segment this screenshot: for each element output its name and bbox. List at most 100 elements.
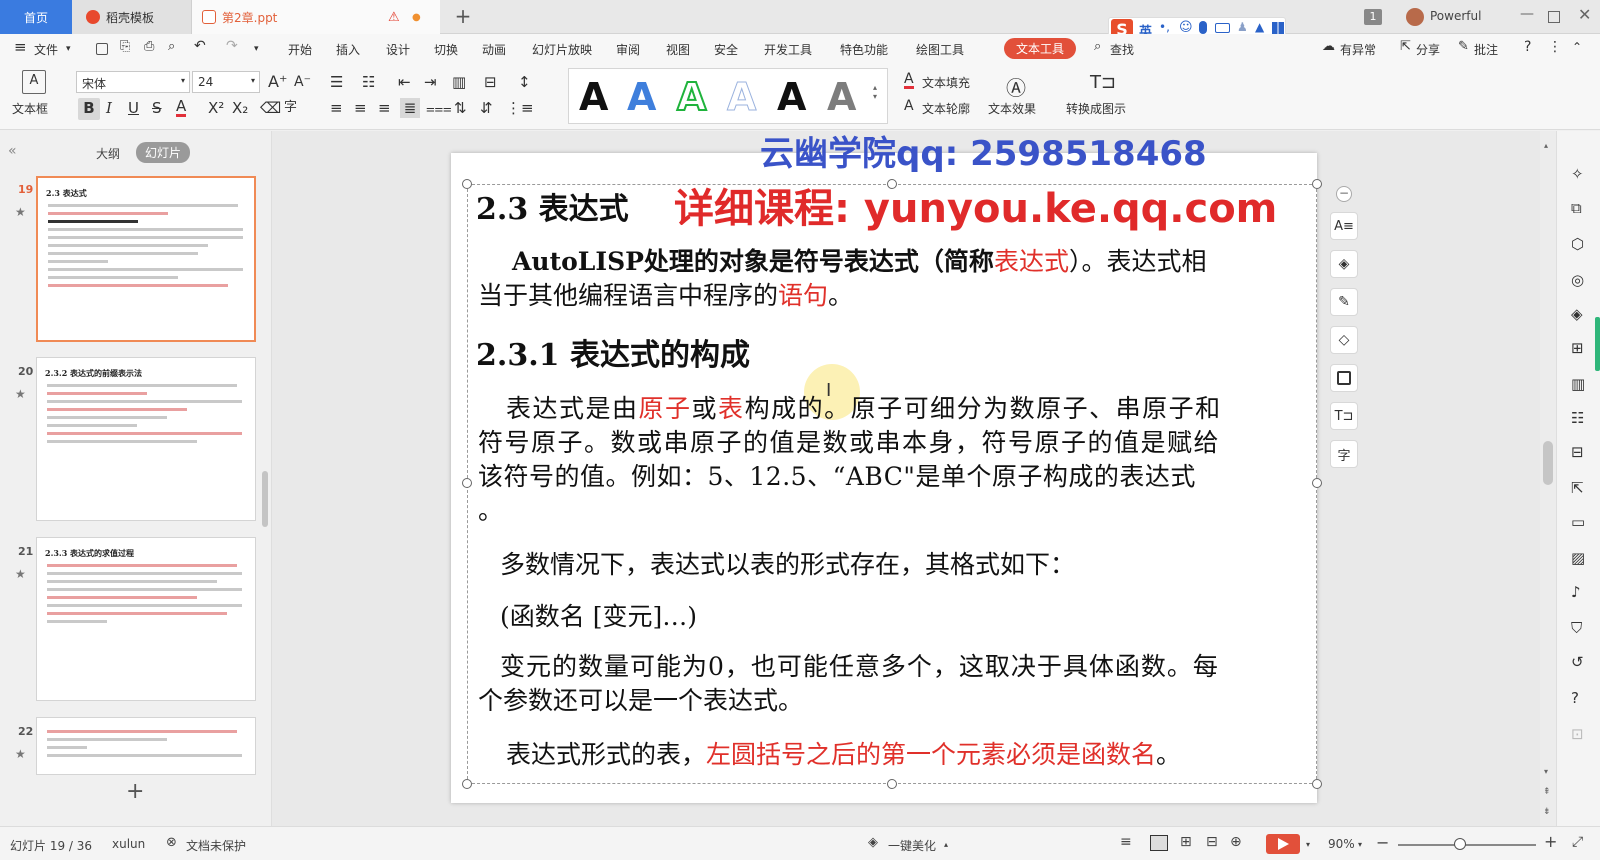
image-library-icon[interactable]: ⊟ [1571, 443, 1589, 461]
undo-icon[interactable]: ↶ [194, 38, 206, 54]
resize-handle[interactable] [462, 179, 472, 189]
zoom-slider-thumb[interactable] [1454, 838, 1466, 850]
chevron-down-icon[interactable]: ▾ [66, 44, 71, 54]
phonetic-icon[interactable]: 字 [284, 98, 297, 118]
menu-review[interactable]: 审阅 [616, 41, 640, 58]
scroll-down-icon[interactable]: ▾ [1544, 767, 1548, 776]
play-slideshow-button[interactable] [1266, 834, 1300, 854]
slide-paragraph-line[interactable]: 。 [478, 494, 503, 528]
picture-icon[interactable]: ▨ [1571, 549, 1589, 567]
more-icon[interactable]: ⋮ [1548, 39, 1562, 55]
text-tool[interactable]: T⊐ [1330, 402, 1358, 430]
document-protection-status[interactable]: 文档未保护 [186, 837, 246, 854]
export-icon[interactable]: ⎘ [120, 39, 130, 54]
slide-paragraph-line[interactable]: 变元的数量可能为0，也可能任意多个，这取决于具体函数。每 [500, 650, 1219, 684]
paragraph-spacing-icon[interactable]: ⇅ [454, 98, 467, 118]
slide-paragraph-line[interactable]: AutoLISP处理的对象是符号表达式（简称表达式）。表达式相 [512, 245, 1206, 279]
vertical-align-icon[interactable]: ⇵ [480, 98, 493, 118]
resize-handle[interactable] [887, 779, 897, 789]
slide-paragraph-line[interactable]: 该符号的值。例如：5、12.5、“ABC"是单个原子构成的表达式 [478, 460, 1196, 494]
text-fill-button[interactable]: 文本填充 [922, 74, 970, 91]
shapes-icon[interactable]: ⬡ [1571, 235, 1589, 253]
restore-icon[interactable] [1548, 11, 1560, 23]
menu-slideshow[interactable]: 幻灯片放映 [532, 41, 592, 58]
slide-paragraph-line[interactable]: 符号原子。数或串原子的值是数或串本身，符号原子的值是赋给 [478, 426, 1220, 460]
slide-paragraph-line[interactable]: 表达式形式的表，左圆括号之后的第一个元素必须是函数名。 [506, 738, 1181, 772]
resize-handle[interactable] [462, 478, 472, 488]
zoom-out-icon[interactable]: − [1376, 833, 1389, 852]
add-slide-button[interactable]: + [126, 779, 144, 804]
bullet-list-icon[interactable]: ☰ [330, 72, 343, 92]
slide-paragraph-line[interactable]: (函数名 [变元]…) [500, 600, 697, 634]
menu-developer[interactable]: 开发工具 [764, 41, 812, 58]
layers-icon[interactable]: ◈ [1571, 305, 1589, 323]
textbox-button-label[interactable]: 文本框 [12, 100, 48, 117]
presenter-view-icon[interactable]: ⊕ [1230, 834, 1242, 850]
text-outline-button[interactable]: 文本轮廓 [922, 100, 970, 117]
text-effect-button[interactable]: 文本效果 [988, 100, 1036, 117]
menu-view[interactable]: 视图 [666, 41, 690, 58]
slide-paragraph-line[interactable]: 当于其他编程语言中程序的语句。 [478, 279, 853, 313]
history-icon[interactable]: ↺ [1571, 653, 1589, 671]
art-style-black-bold[interactable]: A [777, 75, 806, 119]
minimize-icon[interactable]: — [1520, 6, 1534, 22]
align-right-icon[interactable]: ≡ [378, 98, 391, 118]
fit-window-icon[interactable]: ⤢ [1572, 834, 1583, 850]
increase-indent-icon[interactable]: ⇥ [424, 72, 437, 92]
help-circle-icon[interactable]: ? [1571, 689, 1589, 707]
text-effect-icon[interactable]: Ⓐ [1006, 72, 1026, 101]
clear-format-icon[interactable]: ⌫ [260, 98, 281, 118]
redo-icon[interactable]: ↷ [226, 38, 238, 54]
reading-view-icon[interactable]: ⊟ [1206, 834, 1218, 850]
resize-handle[interactable] [1312, 179, 1322, 189]
menu-features[interactable]: 特色功能 [840, 41, 888, 58]
outline-tool[interactable] [1330, 364, 1358, 392]
save-icon[interactable] [96, 43, 108, 55]
slide-paragraph-line[interactable]: 表达式是由原子或表构成的。原子可细分为数原子、串原子和 [506, 392, 1222, 426]
slide-thumbnail-19[interactable]: 2.3 表达式 [36, 176, 256, 342]
slide-paragraph-line[interactable]: 多数情况下，表达式以表的形式存在，其格式如下： [500, 548, 1075, 582]
comment-icon[interactable]: ✎ [1458, 39, 1469, 54]
export-icon[interactable]: ⇱ [1571, 479, 1589, 497]
menu-file[interactable]: 文件 [34, 41, 58, 58]
font-tool[interactable]: 字 [1330, 440, 1358, 468]
share-button[interactable]: 分享 [1416, 41, 1440, 58]
tab-document[interactable]: 第2章.ppt ⚠ ● [192, 0, 440, 34]
tab-outline[interactable]: 大纲 [96, 145, 120, 162]
quick-access-dropdown-icon[interactable]: ▾ [254, 44, 259, 54]
cloud-icon[interactable]: ☁ [1322, 39, 1335, 54]
art-style-black[interactable]: A [579, 75, 608, 119]
art-style-green-outline[interactable]: A [676, 74, 707, 120]
font-name-select[interactable]: 宋体 ▾ [76, 71, 190, 93]
theme-name[interactable]: xulun [112, 837, 145, 851]
avatar[interactable] [1406, 8, 1424, 26]
align-left-icon[interactable]: ≡ [330, 98, 343, 118]
location-icon[interactable]: ◎ [1571, 271, 1589, 289]
slide-thumbnail-22[interactable] [36, 717, 256, 775]
tab-home[interactable]: 首页 [0, 0, 72, 34]
share-icon[interactable]: ⇱ [1400, 39, 1411, 54]
slide-count[interactable]: 幻灯片 19 / 36 [10, 837, 92, 854]
chevron-up-icon[interactable]: ▴ [944, 840, 948, 849]
menu-drawing-tools[interactable]: 绘图工具 [916, 41, 964, 58]
bold-icon[interactable]: B [78, 98, 100, 120]
slide-thumbnail-20[interactable]: 2.3.2 表达式的前缀表示法 [36, 357, 256, 521]
menu-text-tools[interactable]: 文本工具 [1004, 38, 1077, 59]
zoom-dropdown-icon[interactable]: ▾ [1358, 840, 1362, 849]
resize-handle[interactable] [462, 779, 472, 789]
zoom-slider-track[interactable] [1398, 844, 1536, 846]
sorter-view-icon[interactable]: ⊞ [1180, 834, 1192, 850]
search-label[interactable]: 查找 [1110, 41, 1134, 58]
help-icon[interactable]: ? [1524, 39, 1531, 55]
print-icon[interactable]: ⎙ [144, 39, 154, 54]
distribute-icon[interactable]: ⩶ [426, 98, 452, 118]
storage-icon[interactable]: ▭ [1571, 513, 1589, 531]
collapse-ribbon-icon[interactable]: ⌃ [1572, 40, 1582, 54]
magic-icon[interactable]: ✧ [1571, 165, 1589, 183]
grow-font-icon[interactable]: A⁺ [268, 72, 287, 92]
user-name[interactable]: Powerful [1430, 9, 1481, 23]
slide-paragraph-line[interactable]: 个参数还可以是一个表达式。 [478, 684, 803, 718]
resize-handle[interactable] [1312, 779, 1322, 789]
underline-icon[interactable]: U [128, 98, 139, 118]
collapse-toolbar-icon[interactable]: − [1336, 186, 1352, 202]
